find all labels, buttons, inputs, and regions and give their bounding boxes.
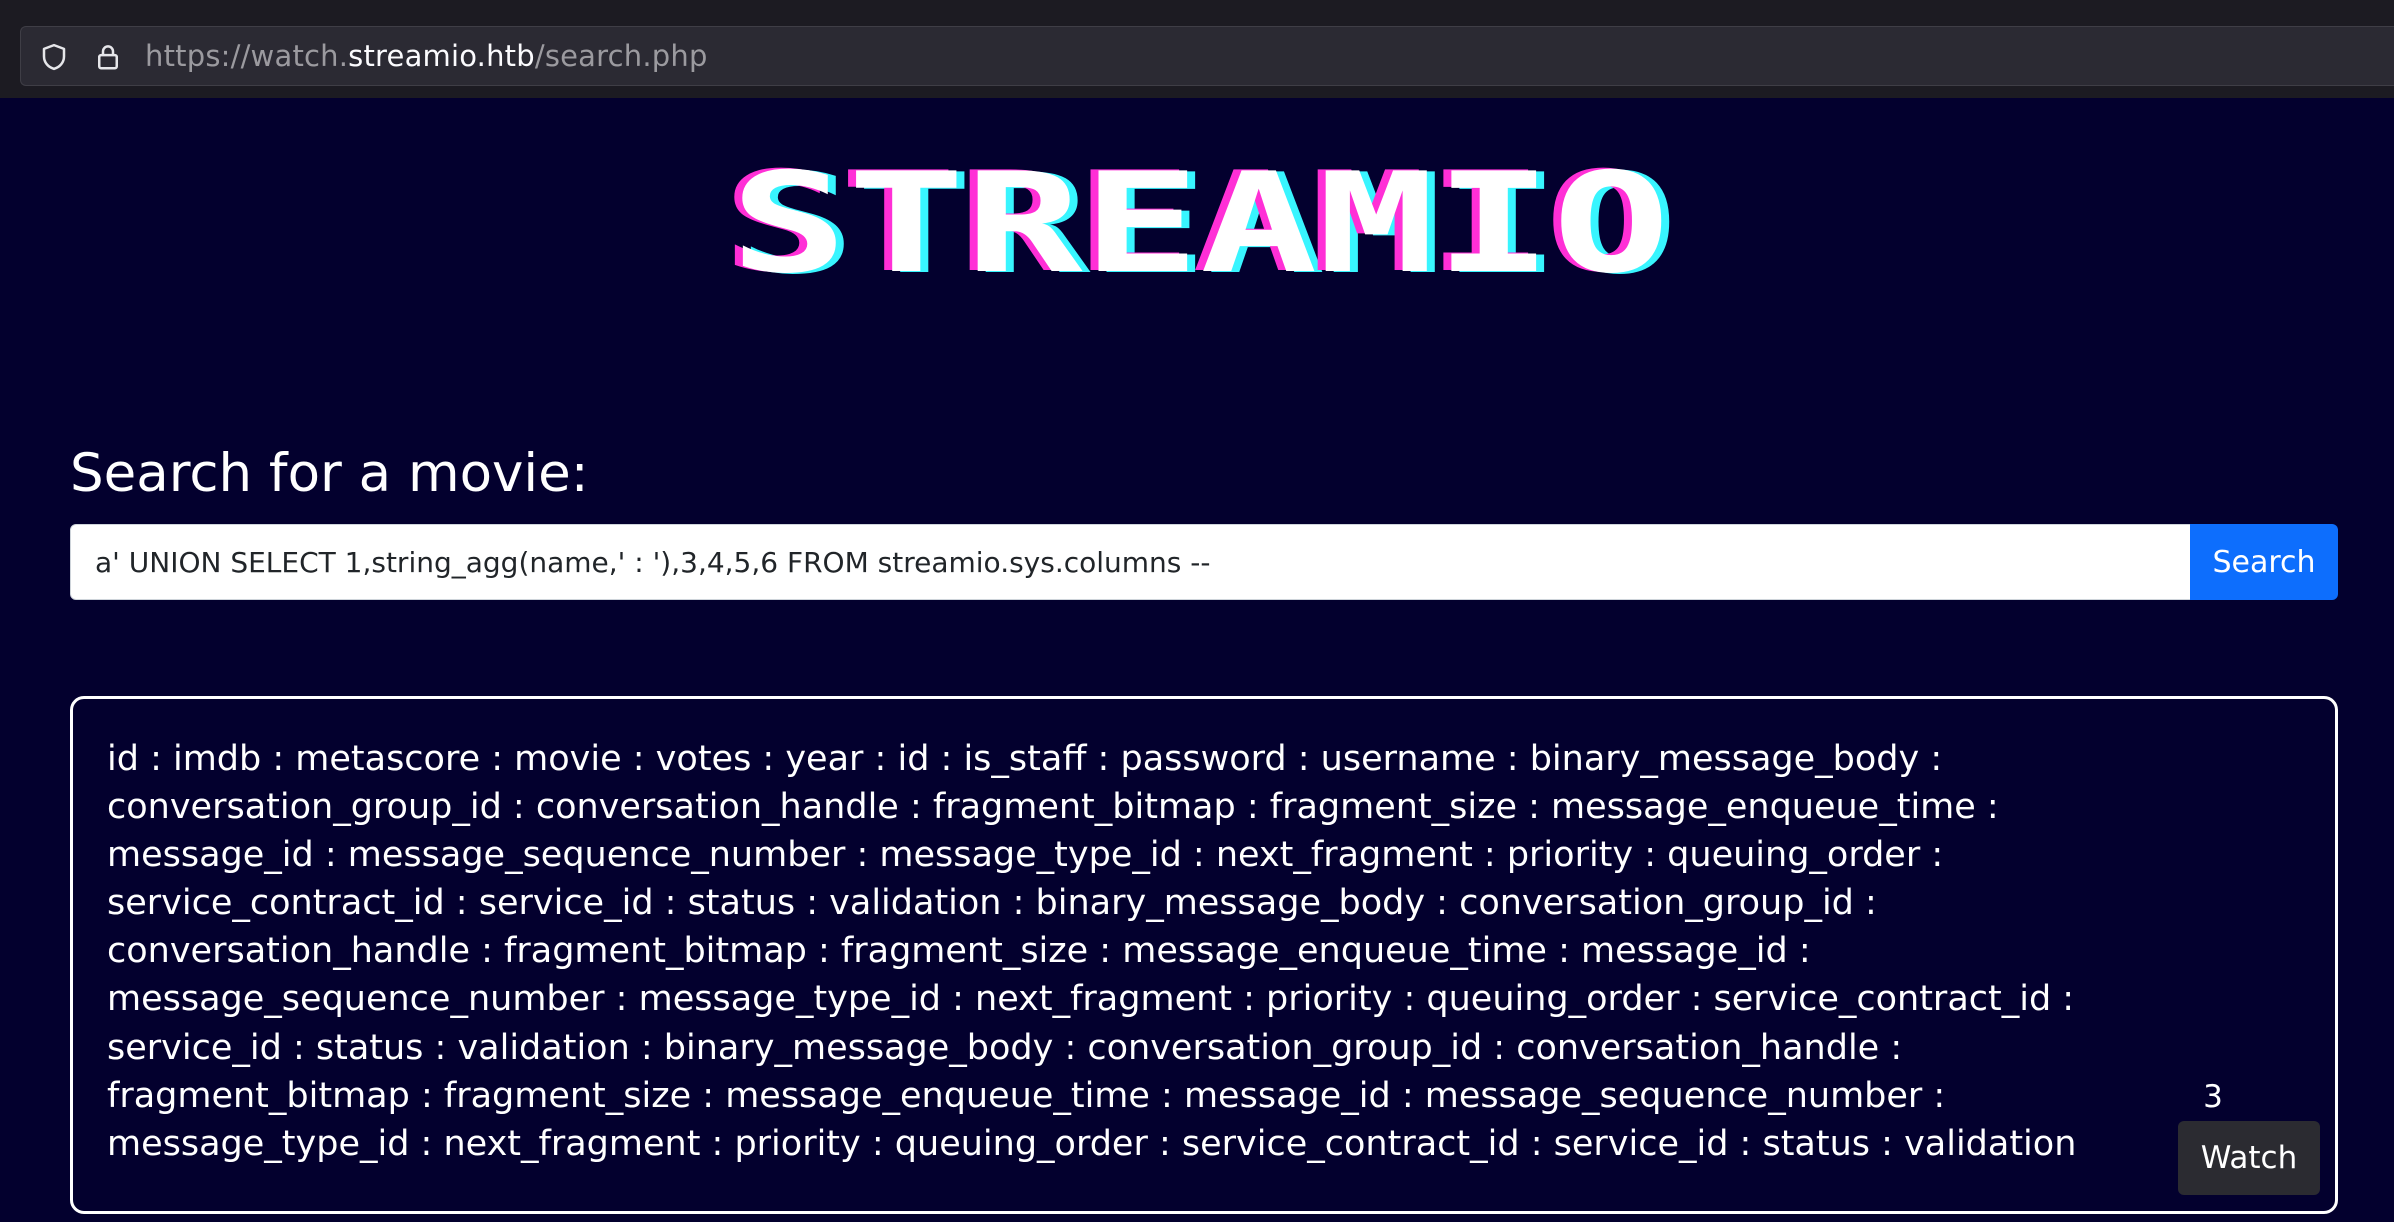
lock-icon[interactable] [93, 42, 123, 72]
result-card: id : imdb : metascore : movie : votes : … [70, 696, 2338, 1214]
search-button[interactable]: Search [2190, 524, 2338, 600]
url-prefix: https://watch. [145, 39, 349, 73]
result-title: id : imdb : metascore : movie : votes : … [107, 739, 2077, 1164]
search-input[interactable] [70, 524, 2192, 600]
url-path: /search.php [534, 39, 708, 73]
streamio-logo: STREAMIO STREAMIO STREAMIO [722, 160, 1678, 284]
logo-text: STREAMIO [730, 160, 1670, 284]
url-host: streamio.htb [348, 39, 535, 73]
address-bar[interactable]: https://watch.streamio.htb/search.php [20, 26, 2394, 86]
result-rating: 3 [2203, 1079, 2223, 1115]
watch-button[interactable]: Watch [2178, 1121, 2320, 1195]
browser-toolbar: https://watch.streamio.htb/search.php [0, 18, 2394, 98]
search-form: Search [70, 524, 2338, 600]
search-heading: Search for a movie: [70, 443, 589, 504]
shield-icon[interactable] [39, 42, 69, 72]
browser-tab-strip [0, 0, 2394, 18]
url-text[interactable]: https://watch.streamio.htb/search.php [145, 38, 708, 74]
